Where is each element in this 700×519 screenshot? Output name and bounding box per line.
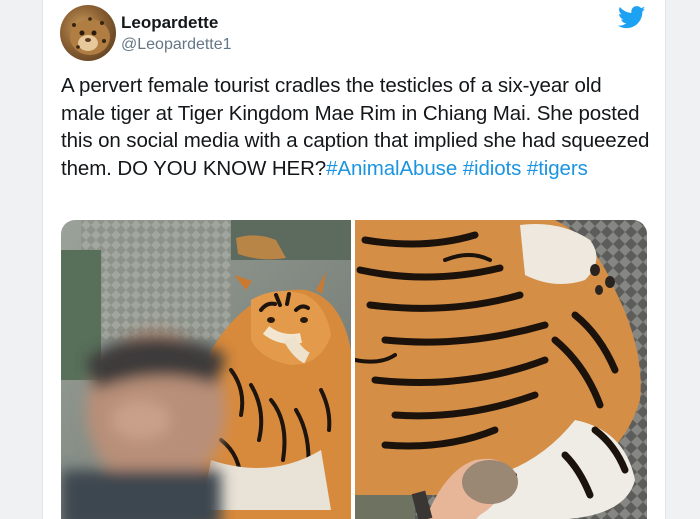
media-grid [61, 220, 647, 519]
hashtag-idiots[interactable]: #idiots [463, 157, 522, 180]
tweet-card: Leopardette @Leopardette1 A pervert fema… [42, 0, 666, 519]
tiger-closeup-photo[interactable] [355, 220, 647, 519]
user-handle[interactable]: @Leopardette1 [121, 36, 232, 54]
tweet-text: A pervert female tourist cradles the tes… [61, 72, 651, 182]
avatar[interactable] [60, 5, 116, 61]
display-name[interactable]: Leopardette [121, 13, 218, 33]
hashtag-tigers[interactable]: #tigers [527, 157, 588, 180]
twitter-bird-icon[interactable] [617, 6, 646, 34]
leopard-avatar-icon [70, 17, 110, 55]
tourist-with-tiger-photo[interactable] [61, 220, 351, 519]
hashtag-animalabuse[interactable]: #AnimalAbuse [326, 157, 457, 180]
